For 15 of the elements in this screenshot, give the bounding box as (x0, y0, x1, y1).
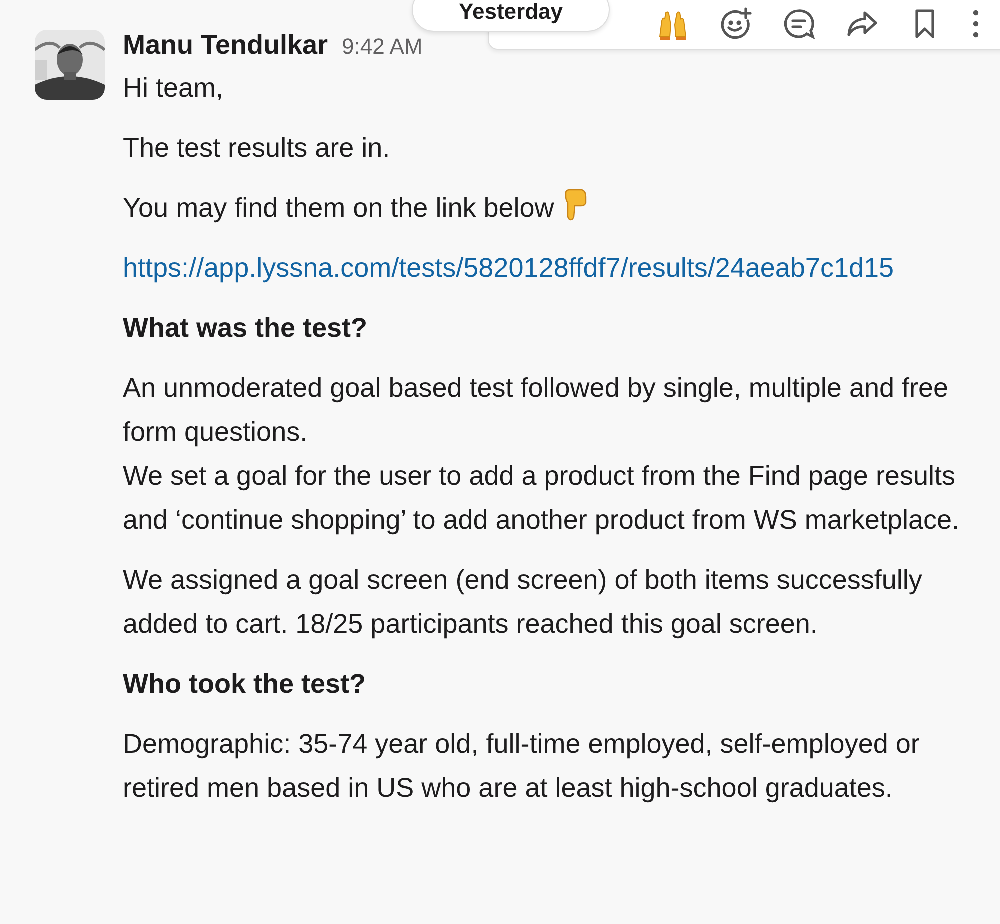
message-text: We assigned a goal screen (end screen) of both items successfully added to cart. 18/25 participants reached this goal screen. (123, 564, 924, 641)
timestamp[interactable]: 9:42 AM (342, 34, 423, 60)
message-text: We set a goal for the user to add a product from the Find page results and ‘continue shopping’ to add another product from WS marketplace. (123, 460, 960, 537)
message-text: You may find them on the link below (123, 193, 554, 223)
comment-icon[interactable] (782, 7, 816, 41)
results-link[interactable]: https://app.lyssna.com/tests/5820128ffdf7/results/24aeab7c1d15 (123, 246, 978, 290)
message-text: The test results are in. (123, 132, 392, 165)
section-heading: What was the test? (123, 312, 369, 345)
date-pill[interactable]: Yesterday (412, 0, 610, 32)
message-text: Demographic: 35-74 year old, full-time employed, self-employed or retired men based in US who are at least high-school graduates. (123, 728, 921, 805)
add-reaction-icon[interactable] (719, 7, 753, 41)
author-name[interactable]: Manu Tendulkar (123, 30, 328, 61)
message-text: An unmoderated goal based test followed by single, multiple and free form questions. (123, 372, 950, 449)
message-text: Hi team, (123, 72, 225, 105)
section-heading: Who took the test? (123, 668, 367, 701)
